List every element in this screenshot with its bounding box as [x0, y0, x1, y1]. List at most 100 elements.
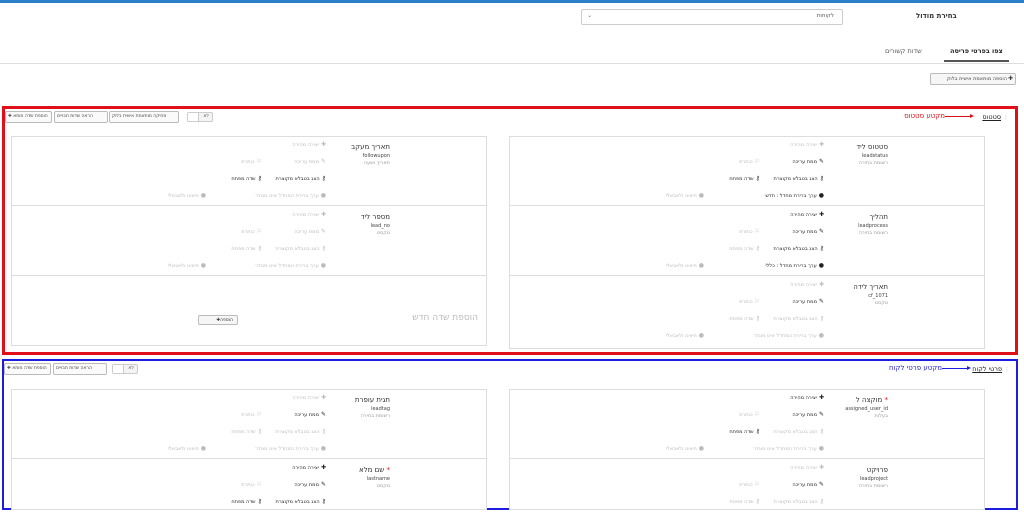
- mandatory-option[interactable]: ●חיוויגו ולאבאלי: [168, 192, 206, 199]
- show-hidden-fields-button[interactable]: הראה שדות חבויים: [53, 363, 107, 375]
- field-row[interactable]: מספר ליד lead_no טקסט ✚יצירה מהירה ✎ממת …: [12, 207, 486, 276]
- quick-create-option[interactable]: ✚יצירה מהירה: [790, 394, 824, 401]
- quick-create-option[interactable]: ✚יצירה מהירה: [292, 211, 326, 218]
- tab-related-fields[interactable]: שדות קשורים: [885, 47, 922, 55]
- summary-option[interactable]: ⚷הצג בטבלא מקוצרת: [276, 245, 326, 252]
- edit-icon: ✎: [320, 481, 326, 488]
- option-label: הצג בטבלא מקוצרת: [773, 316, 818, 322]
- key-icon: ⚷: [257, 175, 262, 182]
- header-option[interactable]: ⚐כותרת: [241, 158, 262, 165]
- option-label: שדה מפתח: [231, 429, 256, 435]
- mandatory-option[interactable]: ●חיוויגו ולאבאלי: [168, 445, 206, 452]
- option-label: יצירה מהירה: [292, 395, 319, 401]
- summary-option[interactable]: ⚷הצג בטבלא מקוצרת: [276, 428, 326, 435]
- quick-create-option[interactable]: ✚יצירה מהירה: [790, 211, 824, 218]
- default-value-option[interactable]: ●ערך ברירת מחדל : כללי: [765, 262, 824, 269]
- summary-option[interactable]: ⚷הצג בטבלא מקוצרת: [774, 175, 824, 182]
- mass-edit-option[interactable]: ✎ממת עריכה: [792, 298, 824, 305]
- option-label: חיוויגו ולאבאלי: [665, 333, 697, 339]
- mass-edit-option[interactable]: ✎ממת עריכה: [294, 228, 326, 235]
- header-option[interactable]: ⚐כותרת: [739, 481, 760, 488]
- plus-icon: ✚: [320, 394, 326, 401]
- mass-edit-option[interactable]: ✎ממת עריכה: [792, 158, 824, 165]
- key-field-option[interactable]: ⚷שדה מפתח: [231, 498, 262, 505]
- field-row[interactable]: שם מלא * lastname טקסט ✚יצירה מהירה ✎ממת…: [12, 460, 486, 510]
- add-custom-field-button[interactable]: ✚ הוספת שדה מותא: [4, 363, 51, 375]
- header-option[interactable]: ⚐כותרת: [241, 228, 262, 235]
- add-custom-field-label: הוספת שדה מותא: [12, 366, 47, 371]
- mandatory-option[interactable]: ●חיוויגו ולאבאלי: [666, 192, 704, 199]
- flag-icon: ⚐: [754, 411, 760, 418]
- header-option[interactable]: ⚐כותרת: [739, 411, 760, 418]
- show-hidden-fields-button[interactable]: הראה שדות חבויים: [54, 111, 108, 123]
- field-row[interactable]: סטטוס ליד leadstatus רשומת בחירה ✚יצירה …: [510, 137, 984, 206]
- quick-create-option[interactable]: ✚יצירה מהירה: [292, 394, 326, 401]
- key-field-option[interactable]: ⚷שדה מפתח: [729, 315, 760, 322]
- field-label: תגית עופרת: [354, 396, 390, 404]
- summary-option[interactable]: ⚷הצג בטבלא מקוצרת: [276, 175, 326, 182]
- mandatory-option[interactable]: ●חיוויגו ולאבאלי: [666, 445, 704, 452]
- field-row[interactable]: תאריך מעקב followupon תאריך ושעה ✚יצירה …: [12, 137, 486, 206]
- default-value-option[interactable]: ●ערך ברירת המחדל אינו מוגדר: [255, 262, 326, 269]
- mass-edit-option[interactable]: ✎ממת עריכה: [294, 158, 326, 165]
- mass-edit-option[interactable]: ✎ממת עריכה: [792, 411, 824, 418]
- flag-icon: ⚐: [256, 481, 262, 488]
- key-icon: ⚷: [257, 245, 262, 252]
- key-field-option[interactable]: ⚷שדה מפתח: [231, 245, 262, 252]
- field-row[interactable]: תגית עופרת leadtag רשומת בחירה ✚יצירה מה…: [12, 390, 486, 459]
- quick-create-option[interactable]: ✚יצירה מהירה: [292, 141, 326, 148]
- field-row[interactable]: תהליך leadprocess רשומת בחירה ✚יצירה מהי…: [510, 207, 984, 276]
- field-key: lastname: [366, 476, 390, 482]
- edit-icon: ✎: [320, 158, 326, 165]
- mass-edit-option[interactable]: ✎ממת עריכה: [294, 411, 326, 418]
- quick-create-option[interactable]: ✚יצירה מהירה: [790, 464, 824, 471]
- summary-option[interactable]: ⚷הצג בטבלא מקוצרת: [774, 498, 824, 505]
- add-field-button[interactable]: ✚הוספה: [198, 315, 238, 325]
- key-field-option[interactable]: ⚷שדה מפתח: [231, 175, 262, 182]
- default-value-option[interactable]: ●ערך ברירת המחדל אינו מוגדר: [255, 445, 326, 452]
- edit-icon: ✎: [818, 158, 824, 165]
- summary-option[interactable]: ⚷הצג בטבלא מקוצרת: [276, 498, 326, 505]
- add-custom-block-button[interactable]: ✚ הוספה מותאמת אישית בלוק: [930, 73, 1016, 85]
- header-option[interactable]: ⚐כותרת: [739, 298, 760, 305]
- header-option[interactable]: ⚐כותרת: [739, 158, 760, 165]
- tab-layout-details[interactable]: צפו בפרטי פריסה: [944, 47, 1009, 62]
- mass-edit-option[interactable]: ✎ממת עריכה: [792, 228, 824, 235]
- quick-create-option[interactable]: ✚יצירה מהירה: [292, 464, 326, 471]
- field-row[interactable]: מוקצה ל * assigned_user_id בעלות ✚יצירה …: [510, 390, 984, 459]
- default-value-option[interactable]: ●ערך ברירת המחדל אינו מוגדר: [753, 445, 824, 452]
- default-value-option[interactable]: ●ערך ברירת המחדל אינו מוגדר: [753, 332, 824, 339]
- mass-edit-option[interactable]: ✎ממת עריכה: [792, 481, 824, 488]
- summary-option[interactable]: ⚷הצג בטבלא מקוצרת: [774, 245, 824, 252]
- block-collapse-toggle[interactable]: לא: [112, 364, 138, 374]
- mass-edit-option[interactable]: ✎ממת עריכה: [294, 481, 326, 488]
- option-label: כותרת: [739, 299, 753, 305]
- field-label-text: שם מלא: [359, 466, 385, 474]
- delete-custom-block-button[interactable]: מחיקה מותאמת אישית בלוק: [109, 111, 179, 123]
- block-collapse-toggle[interactable]: לא: [187, 112, 213, 122]
- field-row[interactable]: תאריך לידה cf_1071 טקסט ✚יצירה מהירה ✎ממ…: [510, 277, 984, 346]
- key-field-option[interactable]: ⚷שדה מפתח: [729, 245, 760, 252]
- mandatory-option[interactable]: ●חיוויגו ולאבאלי: [168, 262, 206, 269]
- quick-create-option[interactable]: ✚יצירה מהירה: [790, 141, 824, 148]
- flag-icon: ⚐: [754, 228, 760, 235]
- key-field-option[interactable]: ⚷שדה מפתח: [729, 175, 760, 182]
- module-select[interactable]: לקוחות ⌄: [581, 9, 843, 25]
- key-field-option[interactable]: ⚷שדה מפתח: [729, 428, 760, 435]
- add-custom-field-button[interactable]: ✚ הוספת שדה מותא: [5, 111, 52, 123]
- default-value-option[interactable]: ●ערך ברירת המחדל אינו מוגדר: [255, 192, 326, 199]
- summary-option[interactable]: ⚷הצג בטבלא מקוצרת: [774, 428, 824, 435]
- mandatory-option[interactable]: ●חיוויגו ולאבאלי: [666, 332, 704, 339]
- summary-option[interactable]: ⚷הצג בטבלא מקוצרת: [774, 315, 824, 322]
- key-field-option[interactable]: ⚷שדה מפתח: [231, 428, 262, 435]
- option-label: ערך ברירת המחדל אינו מוגדר: [255, 193, 319, 199]
- header-option[interactable]: ⚐כותרת: [739, 228, 760, 235]
- default-value-option[interactable]: ●ערך ברירת מחדל : חדש: [765, 192, 824, 199]
- field-row[interactable]: פרויקט leadproject רשומת בחירה ✚יצירה מה…: [510, 460, 984, 510]
- mandatory-option[interactable]: ●חיוויגו ולאבאלי: [666, 262, 704, 269]
- option-label: הצג בטבלא מקוצרת: [275, 176, 320, 182]
- key-field-option[interactable]: ⚷שדה מפתח: [729, 498, 760, 505]
- header-option[interactable]: ⚐כותרת: [241, 481, 262, 488]
- header-option[interactable]: ⚐כותרת: [241, 411, 262, 418]
- quick-create-option[interactable]: ✚יצירה מהירה: [790, 281, 824, 288]
